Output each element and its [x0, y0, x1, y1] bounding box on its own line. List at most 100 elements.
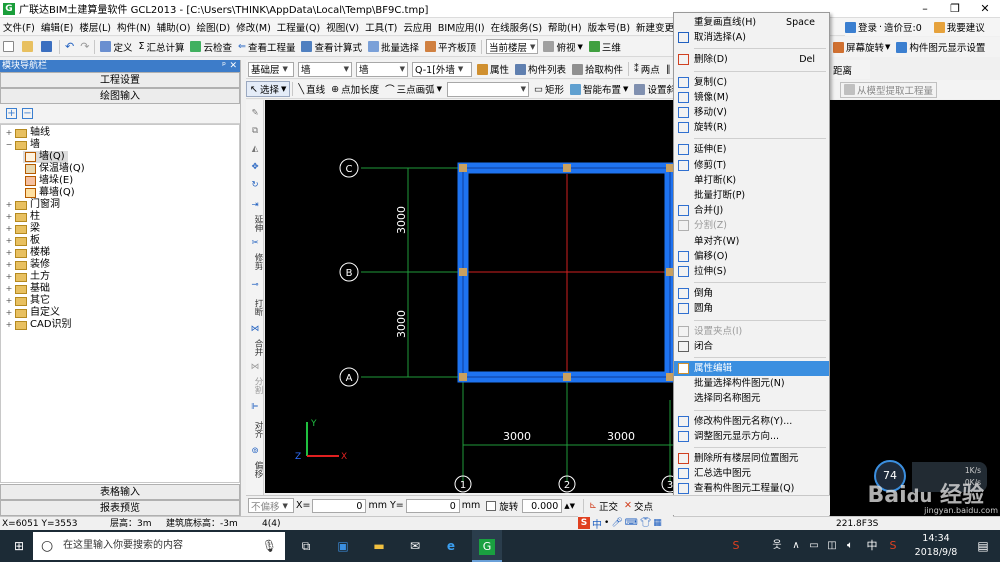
tree-item-cad[interactable]: + CAD识别	[5, 319, 72, 331]
three-d-button[interactable]: 三维	[586, 39, 624, 55]
view-direction-button[interactable]: 俯视 ▼	[540, 39, 585, 55]
component-combo[interactable]: Q-1[外墙 ▼	[412, 61, 472, 77]
tray-ime-mode[interactable]: 中	[864, 530, 880, 562]
type-combo-1[interactable]: 墙 ▼	[298, 61, 352, 77]
component-list-button[interactable]: 构件列表	[512, 61, 569, 77]
tree-item-beam[interactable]: + 梁	[5, 223, 40, 235]
grip-handle[interactable]	[459, 373, 467, 381]
properties-button[interactable]: 属性	[474, 61, 512, 77]
context-menu-item[interactable]: 单打断(K)	[674, 173, 829, 188]
menu-version[interactable]: 版本号(B)	[585, 20, 633, 34]
menu-file[interactable]: 文件(F)	[0, 20, 38, 34]
edge-browser-icon[interactable]: e	[436, 530, 466, 562]
expander-icon[interactable]: −	[5, 139, 13, 151]
context-menu-item[interactable]: 批量打断(P)	[674, 188, 829, 203]
context-menu-item[interactable]: 偏移(O)	[674, 249, 829, 264]
context-menu-item[interactable]: 镜像(M)	[674, 90, 829, 105]
rotate-checkbox[interactable]	[486, 500, 497, 511]
tray-volume-icon[interactable]: 🔈︎	[842, 530, 858, 562]
open-button[interactable]	[19, 39, 38, 55]
expander-icon[interactable]: +	[5, 235, 13, 247]
offset-tool[interactable]: 偏移	[247, 458, 263, 480]
context-menu-item[interactable]: 汇总选中图元	[674, 466, 829, 481]
tree-item-earthwork[interactable]: + 土方	[5, 271, 50, 283]
sogou-icon[interactable]: S	[578, 517, 590, 529]
copy-tool-icon[interactable]: ⧉	[247, 126, 263, 136]
tray-people-icon[interactable]: 웃	[768, 530, 786, 562]
context-menu-item[interactable]: 删除(D) Del	[674, 52, 829, 67]
project-settings-button[interactable]: 工程设置	[0, 72, 240, 88]
menu-modify[interactable]: 修改(M)	[233, 20, 274, 34]
display-settings-button[interactable]: 构件图元显示设置	[893, 39, 988, 55]
line-button[interactable]: ╲ 直线	[295, 81, 328, 97]
context-menu-item[interactable]: 取消选择(A)	[674, 30, 829, 45]
flat-slab-button[interactable]: 平齐板顶	[422, 39, 479, 55]
pick-component-button[interactable]: 拾取构件	[569, 61, 626, 77]
offset-tool-icon[interactable]: ⊚	[247, 446, 263, 456]
context-menu-item[interactable]: 单对齐(W)	[674, 234, 829, 249]
break-tool[interactable]: 打断	[247, 292, 263, 322]
context-menu-item[interactable]: 调整图元显示方向...	[674, 429, 829, 444]
suggest-button[interactable]: 我要建议	[947, 20, 985, 34]
ime-voice-icon[interactable]: 🎤︎	[611, 518, 622, 528]
pencil-icon[interactable]: ✎	[247, 108, 263, 118]
windows-start-icon[interactable]: ⊞	[6, 530, 32, 562]
gcl-app-taskbar-icon[interactable]: G	[472, 530, 502, 562]
tree-item-insulation-wall[interactable]: 保温墙(Q)	[23, 163, 85, 175]
expand-all-icon[interactable]: +	[6, 108, 17, 119]
draw-mode-combo[interactable]: ▼	[447, 81, 530, 97]
split-tool-icon[interactable]: ⋈	[247, 362, 263, 372]
tray-sogou-icon-2[interactable]: S	[884, 530, 902, 562]
drawing-input-button[interactable]: 绘图输入	[0, 88, 240, 104]
select-button[interactable]: ↖ 选择 ▼	[246, 81, 291, 97]
redo-button[interactable]: ↷	[77, 39, 92, 55]
tree-item-wall[interactable]: − 墙	[5, 139, 40, 151]
ime-punct-icon[interactable]: •	[604, 518, 609, 528]
extend-tool[interactable]: 延伸	[247, 212, 263, 234]
context-menu-item[interactable]: 延伸(E)	[674, 142, 829, 157]
save-button[interactable]	[38, 39, 57, 55]
context-menu-item[interactable]: 移动(V)	[674, 105, 829, 120]
tray-battery-icon[interactable]: ▭	[806, 530, 822, 562]
expander-icon[interactable]: +	[5, 283, 13, 295]
tray-network-icon[interactable]: ◫	[824, 530, 840, 562]
x-input[interactable]: 0	[312, 498, 367, 513]
tray-sogou-icon[interactable]: S	[726, 530, 746, 562]
merge-tool-icon[interactable]: ⋈	[247, 324, 263, 334]
login-button[interactable]: 登录	[858, 20, 877, 34]
grip-handle[interactable]	[563, 164, 571, 172]
view-formula-button[interactable]: 查看计算式	[298, 39, 365, 55]
taskbar-search[interactable]: ○ 在这里输入你要搜索的内容 🎙︎	[33, 532, 285, 560]
context-menu-item[interactable]: 删除所有楼层同位置图元	[674, 451, 829, 466]
context-menu-item[interactable]: 批量选择构件图元(N)	[674, 376, 829, 391]
add-length-button[interactable]: ⊕ 点加长度	[328, 81, 382, 97]
expander-icon[interactable]: +	[5, 319, 13, 331]
clock[interactable]: 14:34 2018/9/8	[906, 532, 966, 560]
expander-icon[interactable]: +	[5, 247, 13, 259]
tree-item-other[interactable]: + 其它	[5, 295, 50, 307]
new-button[interactable]	[0, 39, 19, 55]
menu-cloud[interactable]: 云应用	[400, 20, 435, 34]
layer-combo[interactable]: 基础层 ▼	[248, 61, 294, 77]
batch-select-button[interactable]: 批量选择	[365, 39, 422, 55]
expander-icon[interactable]: +	[5, 211, 13, 223]
floor-combo[interactable]: 当前楼层 ▼	[486, 39, 539, 54]
smart-layout-button[interactable]: 智能布置 ▼	[567, 81, 631, 97]
tree-item-decoration[interactable]: + 装修	[5, 259, 50, 271]
tree-item-slab[interactable]: + 板	[5, 235, 40, 247]
context-menu-item[interactable]: 圆角	[674, 301, 829, 316]
cloud-check-button[interactable]: 云检查	[187, 39, 235, 55]
split-tool[interactable]: 分割	[247, 374, 263, 396]
menu-new-change[interactable]: 新建变更	[633, 20, 677, 34]
expander-icon[interactable]: +	[5, 223, 13, 235]
canvas-right-area[interactable]: 74 1K/s 0K/s Baidu 经验 jingyan.baidu.com	[830, 100, 1000, 516]
y-input[interactable]: 0	[405, 498, 460, 513]
menu-draw[interactable]: 绘图(D)	[193, 20, 233, 34]
tree-item-stair[interactable]: + 楼梯	[5, 247, 50, 259]
tree-item-wall-q[interactable]: 墙(Q)	[23, 151, 68, 163]
context-menu-item[interactable]: 属性编辑	[674, 361, 829, 376]
tree-item-custom[interactable]: + 自定义	[5, 307, 60, 319]
undo-button[interactable]: ↶	[62, 39, 77, 55]
table-input-button[interactable]: 表格输入	[0, 484, 240, 500]
tree-item-curtain-wall[interactable]: 幕墙(Q)	[23, 187, 75, 199]
